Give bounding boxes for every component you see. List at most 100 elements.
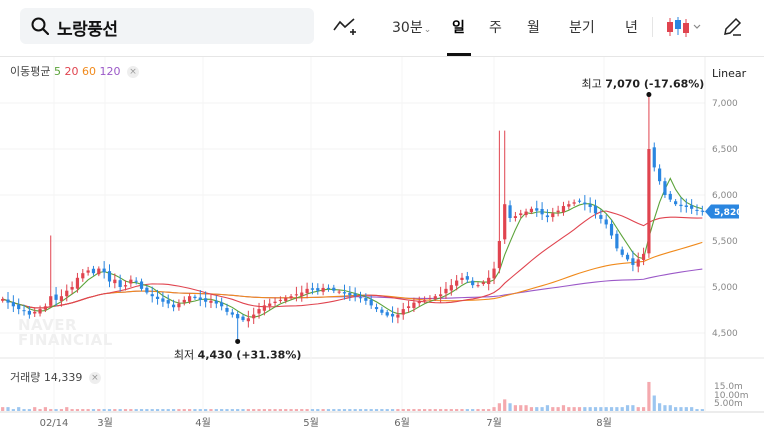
candle-body <box>439 294 443 297</box>
volume-bar <box>609 407 614 411</box>
volume-bar <box>604 407 608 411</box>
candle-body <box>353 293 357 297</box>
candle-body <box>535 208 539 211</box>
candle-body <box>625 254 630 260</box>
volume-bar <box>214 409 218 411</box>
candle <box>193 294 197 300</box>
candle <box>641 247 646 266</box>
candle <box>647 96 651 258</box>
candle-body <box>171 304 176 308</box>
candle-body <box>17 304 21 310</box>
volume-bar <box>182 409 186 411</box>
volume-bar <box>300 409 304 411</box>
low-annotation-value: 4,430 (+31.38%) <box>198 348 302 361</box>
candle-body <box>492 268 496 279</box>
candle <box>49 235 53 308</box>
candle-body <box>374 307 379 310</box>
candle <box>54 287 58 307</box>
volume-bar <box>679 407 683 411</box>
candle-body <box>481 282 485 285</box>
candle-body <box>508 205 512 218</box>
candle-body <box>75 277 80 289</box>
candle-body <box>43 306 47 310</box>
volume-bar <box>310 409 315 411</box>
candle <box>374 303 379 313</box>
volume-bar <box>674 407 678 411</box>
volume-bar <box>166 409 170 411</box>
candle <box>300 285 304 302</box>
candle-body <box>236 314 240 319</box>
candle <box>17 298 21 315</box>
volume-bar <box>134 409 138 411</box>
volume-bar <box>690 407 694 411</box>
volume-bar <box>444 409 448 411</box>
ma-label: 이동평균 <box>10 65 51 78</box>
candle-body <box>33 311 37 314</box>
candle <box>604 214 608 229</box>
candle-body <box>444 288 448 294</box>
candle-body <box>81 273 85 279</box>
candle-body <box>545 215 550 218</box>
candle <box>177 299 181 311</box>
volume-bar <box>155 409 160 411</box>
volume-bar <box>374 409 379 411</box>
candle-body <box>428 298 432 300</box>
volume-bar <box>252 409 256 411</box>
candle-body <box>471 280 475 286</box>
candle-body <box>11 302 15 307</box>
price-tick-label: 7,000 <box>712 99 738 109</box>
volume-bar <box>257 409 261 411</box>
volume-bar <box>385 409 389 411</box>
candle-body <box>262 305 266 311</box>
candle-body <box>556 210 560 213</box>
close-ma-icon[interactable]: × <box>126 66 139 78</box>
volume-bar <box>529 407 534 411</box>
candle-body <box>390 313 395 317</box>
candle-body <box>423 299 427 301</box>
candle <box>540 202 544 221</box>
volume-bar <box>348 409 352 411</box>
candle <box>332 284 336 294</box>
candle <box>97 266 101 277</box>
volume-bar <box>465 409 469 411</box>
candle-body <box>348 292 352 296</box>
candle <box>294 286 299 302</box>
candle-body <box>695 209 699 211</box>
candle <box>326 284 331 292</box>
candle-body <box>588 204 592 207</box>
volume-bar <box>241 409 245 411</box>
candle-body <box>358 297 363 299</box>
candle <box>236 311 240 340</box>
candle-body <box>449 285 453 291</box>
volume-bar <box>198 409 202 411</box>
candle-body <box>572 202 576 204</box>
volume-bar <box>204 409 208 411</box>
volume-value: 14,339 <box>43 371 83 384</box>
volume-bar <box>49 409 53 411</box>
candle-body <box>86 270 90 273</box>
candle-body <box>182 299 186 303</box>
candle-body <box>433 296 437 300</box>
high-marker <box>646 92 652 98</box>
volume-bar <box>316 409 320 411</box>
ma120-label: 120 <box>99 65 121 78</box>
volume-bar <box>220 409 224 411</box>
volume-bar <box>17 407 21 411</box>
volume-bar <box>236 409 240 411</box>
volume-bar <box>284 409 288 411</box>
candle-body <box>6 299 10 303</box>
candle <box>129 275 133 287</box>
volume-bar <box>540 407 544 411</box>
volume-bar <box>43 407 47 411</box>
volume-bar <box>209 409 213 411</box>
close-volume-icon[interactable]: × <box>88 372 101 384</box>
volume-bar <box>583 407 587 411</box>
scale-toggle[interactable]: Linear <box>712 67 746 80</box>
candle-body <box>129 279 133 284</box>
candle <box>636 252 640 273</box>
volume-bar <box>161 409 165 411</box>
candle-body <box>321 287 325 292</box>
candle-body <box>342 292 347 294</box>
candle <box>369 295 373 309</box>
candle-body <box>631 258 635 265</box>
